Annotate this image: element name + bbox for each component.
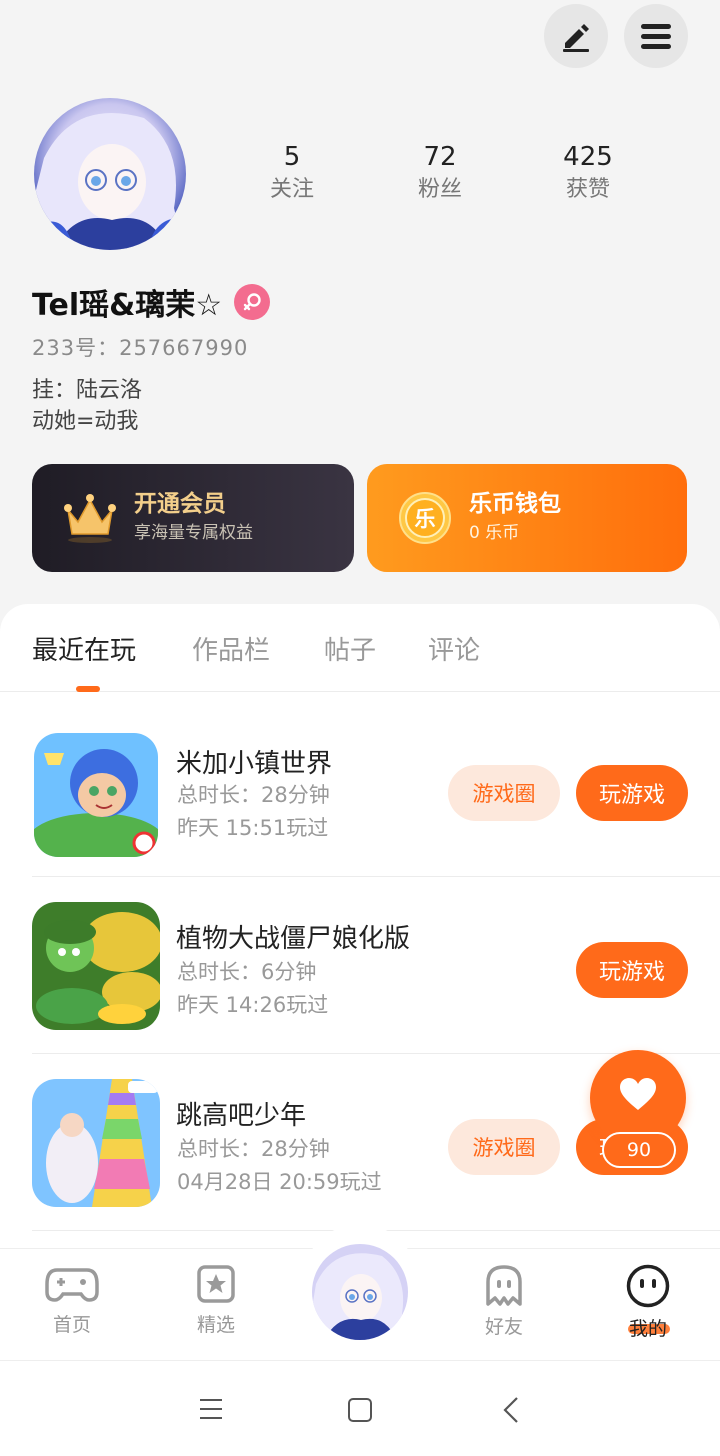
game-duration: 总时长：28分钟 bbox=[177, 783, 330, 807]
stat-label: 获赞 bbox=[565, 177, 610, 202]
favorite-button[interactable]: 90 bbox=[590, 1050, 686, 1168]
nav-featured[interactable]: 精选 bbox=[161, 1264, 271, 1337]
game-icon bbox=[32, 902, 160, 1030]
name-row: Tel瑶&璃茉☆ bbox=[32, 280, 271, 324]
game-last-played: 昨天 15:51玩过 bbox=[177, 816, 329, 840]
wallet-title: 乐币钱包 bbox=[469, 491, 561, 517]
username: Tel瑶&璃茉☆ bbox=[32, 288, 223, 323]
nav-friends[interactable]: 好友 bbox=[449, 1264, 559, 1339]
game-item[interactable]: 米加小镇世界 总时长：28分钟 昨天 15:51玩过 游戏圈 玩游戏 bbox=[0, 701, 720, 877]
menu-button[interactable] bbox=[624, 4, 688, 68]
tab-indicator bbox=[76, 686, 100, 692]
pencil-icon bbox=[563, 24, 589, 52]
play-game-button[interactable]: 玩游戏 bbox=[576, 765, 688, 821]
system-nav-bar bbox=[0, 1360, 720, 1456]
bio-line: 挂：陆云洛 bbox=[32, 378, 143, 403]
heart-icon bbox=[620, 1078, 656, 1110]
game-title: 米加小镇世界 bbox=[176, 749, 333, 779]
nav-label: 精选 bbox=[196, 1314, 235, 1336]
stat-value: 72 bbox=[423, 142, 457, 172]
stat-value: 5 bbox=[283, 142, 301, 172]
stat-label: 关注 bbox=[269, 177, 314, 202]
user-id: 233号：257667990 bbox=[32, 336, 249, 360]
coin-badge: 乐 bbox=[415, 507, 436, 531]
tab-posts[interactable]: 帖子 bbox=[324, 630, 376, 667]
vip-title: 开通会员 bbox=[134, 491, 226, 517]
stat-label: 粉丝 bbox=[417, 177, 462, 202]
stat-followers[interactable]: 72 粉丝 bbox=[380, 140, 500, 206]
game-circle-button[interactable]: 游戏圈 bbox=[448, 1119, 560, 1175]
stat-likes[interactable]: 425 获赞 bbox=[528, 140, 648, 206]
vip-subtitle: 享海量专属权益 bbox=[134, 523, 253, 543]
coin-icon: 乐 bbox=[395, 488, 455, 548]
tab-comments[interactable]: 评论 bbox=[428, 630, 480, 667]
female-gender-icon bbox=[234, 284, 271, 320]
ghost-icon bbox=[486, 1265, 522, 1306]
game-duration: 总时长：6分钟 bbox=[177, 960, 317, 984]
smiley-icon bbox=[626, 1264, 670, 1308]
back-chevron-icon[interactable] bbox=[502, 1396, 520, 1424]
game-duration: 总时长：28分钟 bbox=[177, 1137, 330, 1161]
profile-avatar[interactable] bbox=[34, 98, 186, 250]
wallet-balance: 0 乐币 bbox=[469, 523, 520, 543]
nav-home[interactable]: 首页 bbox=[17, 1264, 127, 1337]
hamburger-icon bbox=[641, 24, 671, 49]
nav-center-avatar[interactable] bbox=[312, 1244, 408, 1340]
coin-wallet-card[interactable]: 乐 乐币钱包 0 乐币 bbox=[367, 464, 687, 572]
game-item[interactable]: 植物大战僵尸娘化版 总时长：6分钟 昨天 14:26玩过 玩游戏 bbox=[0, 878, 720, 1054]
nav-label: 好友 bbox=[484, 1316, 523, 1338]
home-square-icon[interactable] bbox=[347, 1397, 373, 1423]
star-card-icon bbox=[197, 1265, 235, 1303]
nav-label: 首页 bbox=[52, 1314, 91, 1336]
favorite-count: 90 bbox=[602, 1132, 676, 1168]
vip-card[interactable]: 开通会员 享海量专属权益 bbox=[32, 464, 354, 572]
game-title: 植物大战僵尸娘化版 bbox=[176, 924, 411, 954]
nav-label: 我的 bbox=[628, 1318, 667, 1340]
bio-line: 动她=动我 bbox=[32, 409, 139, 434]
tab-recent[interactable]: 最近在玩 bbox=[32, 630, 136, 667]
game-icon bbox=[32, 1079, 160, 1207]
stat-value: 425 bbox=[563, 142, 613, 172]
game-title: 跳高吧少年 bbox=[176, 1101, 307, 1131]
gamepad-icon bbox=[45, 1268, 99, 1302]
game-icon bbox=[34, 733, 158, 857]
edit-profile-button[interactable] bbox=[544, 4, 608, 68]
nav-me[interactable]: 我的 bbox=[593, 1264, 703, 1341]
crown-icon bbox=[60, 488, 120, 548]
tab-works[interactable]: 作品栏 bbox=[192, 630, 270, 667]
play-game-button[interactable]: 玩游戏 bbox=[576, 942, 688, 998]
game-circle-button[interactable]: 游戏圈 bbox=[448, 765, 560, 821]
stat-following[interactable]: 5 关注 bbox=[232, 140, 352, 206]
content-tabs: 最近在玩 作品栏 帖子 评论 bbox=[0, 604, 720, 692]
menu-lines-icon[interactable] bbox=[198, 1397, 224, 1421]
divider bbox=[32, 876, 720, 877]
game-last-played: 昨天 14:26玩过 bbox=[177, 993, 329, 1017]
game-last-played: 04月28日 20:59玩过 bbox=[177, 1170, 382, 1194]
